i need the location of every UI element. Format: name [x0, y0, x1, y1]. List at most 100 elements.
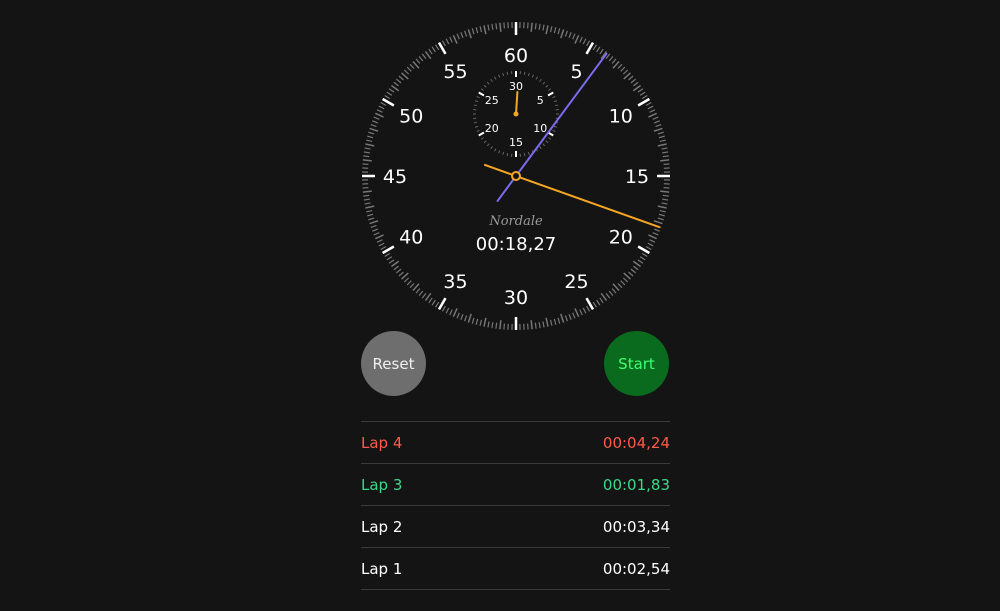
minor-tick [652, 116, 659, 120]
minor-tick [633, 81, 639, 87]
minor-tick [639, 256, 646, 261]
minor-tick [460, 32, 464, 39]
sub-dial-number: 25 [485, 94, 499, 107]
minor-tick [574, 35, 580, 44]
minor-tick [612, 283, 620, 291]
minor-tick [662, 194, 669, 197]
minor-tick [586, 40, 591, 47]
minor-tick [652, 232, 659, 236]
minor-tick [655, 124, 662, 128]
minor-tick [572, 33, 576, 40]
minor-tick [390, 84, 400, 92]
minor-tick [412, 61, 420, 69]
minor-tick [395, 78, 402, 84]
start-button[interactable]: Start [604, 331, 669, 396]
minor-tick [534, 23, 537, 30]
minor-tick [592, 301, 597, 308]
minor-tick [366, 139, 373, 143]
minor-tick [460, 313, 464, 320]
minor-tick [639, 91, 646, 96]
minor-tick [384, 252, 391, 257]
minor-tick [658, 135, 665, 139]
minor-tick [376, 239, 383, 243]
minor-tick [657, 131, 664, 135]
minor-tick [630, 78, 637, 84]
minor-tick [611, 58, 617, 64]
sub-dial-number: 15 [509, 136, 523, 149]
minor-tick [398, 271, 404, 277]
minor-tick [393, 265, 399, 271]
lap-label: Lap 2 [361, 517, 403, 536]
minor-tick [658, 213, 665, 217]
sub-dial-pivot [513, 111, 519, 117]
minor-tick [542, 24, 545, 31]
minor-tick [435, 44, 440, 51]
minor-tick [582, 307, 587, 314]
minor-tick [653, 127, 663, 132]
minor-tick [380, 246, 387, 251]
sub-dial-number: 30 [509, 80, 523, 93]
minor-tick [653, 220, 663, 225]
sub-minor-tick [523, 71, 526, 75]
minor-tick [441, 40, 446, 47]
minor-tick [653, 120, 660, 124]
minor-tick [366, 209, 373, 213]
minor-tick [645, 101, 652, 106]
dial-number: 55 [443, 61, 467, 83]
minor-tick [370, 224, 377, 228]
sub-minor-tick [506, 153, 509, 157]
minor-tick [661, 147, 668, 150]
lap-row: Lap 1 00:02,54 [361, 548, 670, 590]
minor-tick [608, 290, 614, 297]
minor-tick [545, 25, 549, 35]
minor-tick [579, 309, 583, 316]
minor-tick [363, 151, 370, 154]
sub-dial-number: 5 [537, 94, 544, 107]
minor-tick [471, 317, 475, 324]
minor-tick [456, 312, 460, 319]
minor-tick [659, 209, 666, 213]
minor-tick [649, 239, 656, 243]
minor-tick [586, 305, 591, 312]
minor-tick [431, 299, 436, 306]
minor-tick [424, 50, 432, 60]
minor-tick [534, 322, 537, 329]
minor-tick [372, 120, 379, 124]
minor-tick [557, 28, 561, 35]
dial-number: 50 [399, 106, 423, 128]
minor-tick [479, 26, 483, 33]
minor-tick [600, 292, 608, 302]
lap-list: Lap 4 00:04,24 Lap 3 00:01,83 Lap 2 00:0… [361, 421, 670, 590]
lap-row: Lap 4 00:04,24 [361, 422, 670, 464]
minor-tick [364, 202, 371, 205]
minor-tick [464, 315, 468, 322]
minor-tick [657, 217, 664, 221]
minor-tick [560, 29, 565, 39]
minor-tick [456, 33, 460, 40]
minor-tick [637, 259, 644, 264]
minor-tick [641, 95, 648, 100]
minor-tick [530, 320, 533, 330]
minor-tick [441, 305, 446, 312]
minor-tick [662, 151, 669, 154]
minor-tick [662, 198, 669, 201]
minor-tick [645, 246, 652, 251]
minor-tick [388, 259, 395, 264]
minor-tick [579, 36, 583, 43]
minor-tick [412, 283, 420, 291]
minor-tick [467, 313, 472, 323]
reset-button[interactable]: Reset [361, 331, 426, 396]
minor-tick [395, 268, 402, 274]
minor-tick [362, 190, 372, 193]
minor-tick [648, 112, 657, 118]
minor-tick [398, 75, 404, 81]
minor-tick [620, 66, 626, 72]
minor-tick [491, 322, 494, 329]
minor-tick [421, 53, 427, 59]
minor-tick [653, 228, 660, 232]
lap-time: 00:01,83 [602, 475, 670, 494]
minor-tick [403, 277, 410, 283]
minor-tick [409, 282, 415, 289]
minor-tick [421, 293, 427, 299]
minor-tick [386, 91, 393, 96]
